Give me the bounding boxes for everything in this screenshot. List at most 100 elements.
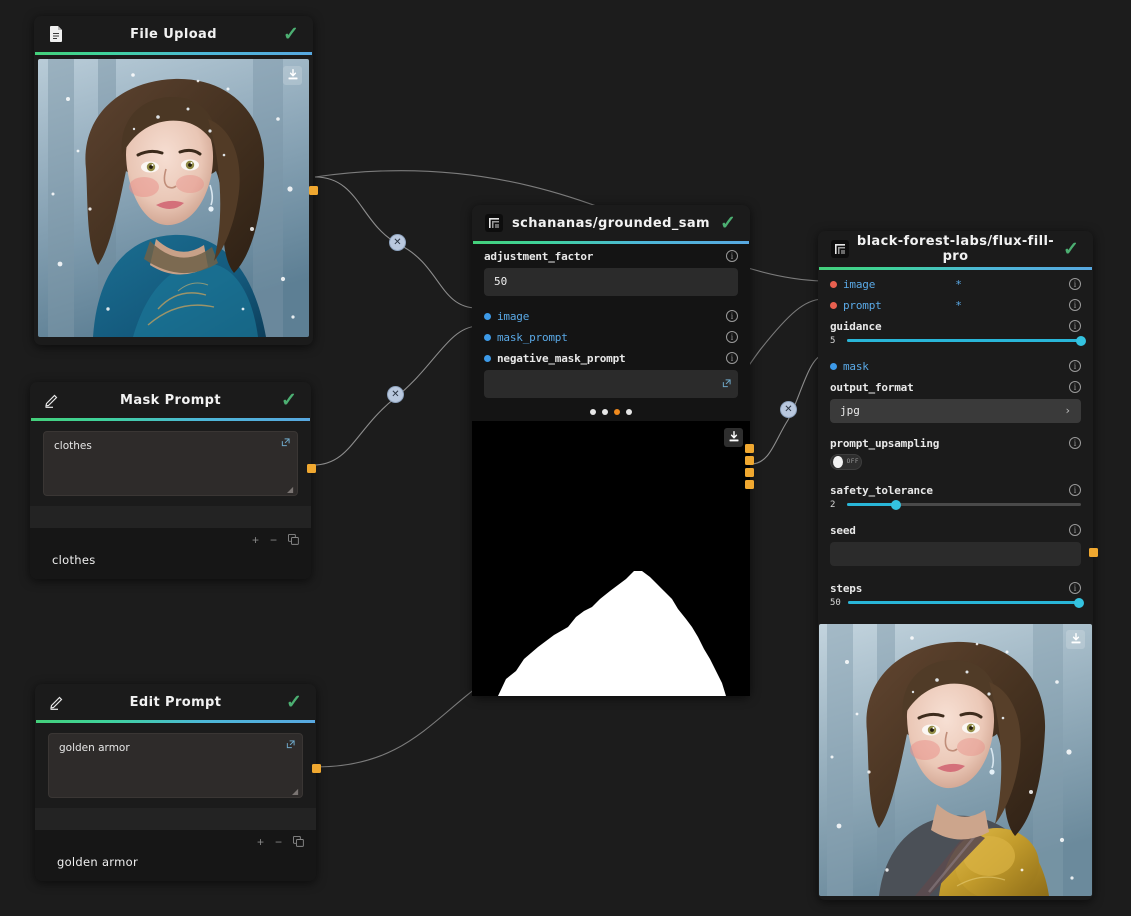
- info-icon[interactable]: i: [1069, 437, 1081, 449]
- download-glyph: [287, 69, 299, 81]
- node-edit-prompt[interactable]: Edit Prompt ✓ golden armor ◢ + −: [35, 684, 316, 881]
- output-port-3[interactable]: [745, 468, 754, 477]
- output-format-select[interactable]: jpg ›: [830, 399, 1081, 423]
- edit-prompt-textarea[interactable]: golden armor ◢: [48, 733, 303, 798]
- mask-prompt-footer: + − clothes: [30, 528, 311, 579]
- node-header[interactable]: Mask Prompt ✓: [30, 382, 311, 418]
- field-steps: steps i: [818, 576, 1093, 597]
- expand-icon[interactable]: [722, 379, 731, 391]
- node-header[interactable]: Edit Prompt ✓: [35, 684, 316, 720]
- output-port-image[interactable]: [309, 186, 318, 195]
- info-icon[interactable]: i: [1069, 299, 1081, 311]
- guidance-value: 5: [830, 336, 840, 346]
- node-flux-fill-pro[interactable]: black-forest-labs/flux-fill-pro ✓ image …: [818, 231, 1093, 900]
- mask-prompt-result: clothes: [42, 553, 299, 567]
- flux-output-preview[interactable]: [818, 620, 1093, 900]
- download-icon[interactable]: [283, 66, 302, 85]
- node-file-upload[interactable]: File Upload ✓: [34, 16, 313, 345]
- node-mask-prompt[interactable]: Mask Prompt ✓ clothes ◢ + −: [30, 382, 311, 579]
- resize-handle[interactable]: ◢: [292, 788, 299, 795]
- negative-mask-prompt-input[interactable]: [484, 370, 738, 398]
- input-port-image[interactable]: [468, 304, 477, 313]
- copy-icon[interactable]: [293, 836, 304, 849]
- prompt-upsampling-toggle-row: OFF: [818, 452, 1093, 478]
- info-icon[interactable]: i: [1069, 381, 1081, 393]
- info-icon[interactable]: i: [1069, 484, 1081, 496]
- output-port-4[interactable]: [745, 480, 754, 489]
- info-icon[interactable]: i: [1069, 278, 1081, 290]
- download-icon[interactable]: [724, 428, 743, 447]
- edge-delete-upper[interactable]: ✕: [389, 234, 406, 251]
- steps-slider[interactable]: 50: [818, 597, 1093, 620]
- carousel-dot[interactable]: [590, 409, 596, 415]
- plus-icon[interactable]: +: [257, 836, 264, 849]
- node-header[interactable]: File Upload ✓: [34, 16, 313, 52]
- carousel-dot-active[interactable]: [614, 409, 620, 415]
- slider-thumb[interactable]: [1074, 598, 1084, 608]
- slider-thumb[interactable]: [1076, 336, 1086, 346]
- info-icon[interactable]: i: [726, 250, 738, 262]
- chevron-right-icon: ›: [1064, 404, 1071, 417]
- output-port-1[interactable]: [745, 444, 754, 453]
- slider-thumb[interactable]: [891, 500, 901, 510]
- info-icon[interactable]: i: [1069, 360, 1081, 372]
- check-icon: ✓: [718, 213, 738, 233]
- copy-icon[interactable]: [288, 534, 299, 547]
- toggle-state-label: OFF: [847, 458, 859, 465]
- safety-tolerance-slider[interactable]: 2: [818, 499, 1093, 518]
- slider-track[interactable]: [847, 503, 1081, 506]
- adjustment-factor-input[interactable]: 50: [484, 268, 738, 296]
- slider-track[interactable]: [848, 601, 1081, 604]
- field-negative-mask-prompt-port[interactable]: negative_mask_prompt i: [472, 346, 750, 367]
- model-icon: [484, 213, 504, 233]
- edit-prompt-result: golden armor: [47, 855, 304, 869]
- slider-track[interactable]: [847, 339, 1081, 342]
- field-prompt-port[interactable]: prompt * i: [818, 293, 1093, 314]
- workflow-canvas[interactable]: File Upload ✓: [0, 0, 1131, 916]
- info-icon[interactable]: i: [726, 310, 738, 322]
- output-port-edit-prompt[interactable]: [312, 764, 321, 773]
- guidance-slider[interactable]: 5: [818, 335, 1093, 354]
- info-icon[interactable]: i: [726, 331, 738, 343]
- safety-tolerance-value: 2: [830, 500, 840, 510]
- info-icon[interactable]: i: [726, 352, 738, 364]
- document-icon: [46, 24, 66, 44]
- info-icon[interactable]: i: [1069, 582, 1081, 594]
- carousel-dot[interactable]: [602, 409, 608, 415]
- edge-delete-right[interactable]: ✕: [780, 401, 797, 418]
- field-safety-tolerance: safety_tolerance i: [818, 478, 1093, 499]
- file-upload-preview[interactable]: [34, 55, 313, 345]
- info-icon[interactable]: i: [1069, 320, 1081, 332]
- expand-icon[interactable]: [281, 438, 290, 450]
- output-port-mask-prompt[interactable]: [307, 464, 316, 473]
- field-label: mask: [843, 360, 1069, 373]
- field-image-port[interactable]: image * i: [818, 270, 1093, 293]
- output-port-flux[interactable]: [1089, 548, 1098, 557]
- expand-icon[interactable]: [286, 740, 295, 752]
- field-mask-port[interactable]: mask i: [818, 354, 1093, 375]
- info-icon[interactable]: i: [1069, 524, 1081, 536]
- field-mask-prompt-port[interactable]: mask_prompt i: [472, 325, 750, 346]
- prompt-upsampling-toggle[interactable]: OFF: [830, 454, 862, 470]
- field-image-port[interactable]: image i: [472, 304, 750, 325]
- download-icon[interactable]: [1066, 630, 1085, 649]
- carousel-dot[interactable]: [626, 409, 632, 415]
- mask-prompt-value: clothes: [54, 440, 92, 452]
- minus-icon[interactable]: −: [270, 534, 277, 547]
- node-header[interactable]: black-forest-labs/flux-fill-pro ✓: [818, 231, 1093, 267]
- grounded-sam-output-preview[interactable]: [472, 421, 750, 696]
- check-icon: ✓: [279, 390, 299, 410]
- image-carousel-indicator[interactable]: [472, 402, 750, 421]
- node-header[interactable]: schananas/grounded_sam ✓: [472, 205, 750, 241]
- pencil-icon: [47, 692, 67, 712]
- seed-input[interactable]: [830, 542, 1081, 566]
- node-grounded-sam[interactable]: schananas/grounded_sam ✓ adjustment_fact…: [472, 205, 750, 696]
- mask-prompt-textarea[interactable]: clothes ◢: [43, 431, 298, 496]
- output-port-2[interactable]: [745, 456, 754, 465]
- resize-handle[interactable]: ◢: [287, 486, 294, 493]
- edge-delete-lower[interactable]: ✕: [387, 386, 404, 403]
- minus-icon[interactable]: −: [275, 836, 282, 849]
- node-title: Edit Prompt: [67, 695, 284, 710]
- field-label: guidance: [830, 320, 1069, 333]
- plus-icon[interactable]: +: [252, 534, 259, 547]
